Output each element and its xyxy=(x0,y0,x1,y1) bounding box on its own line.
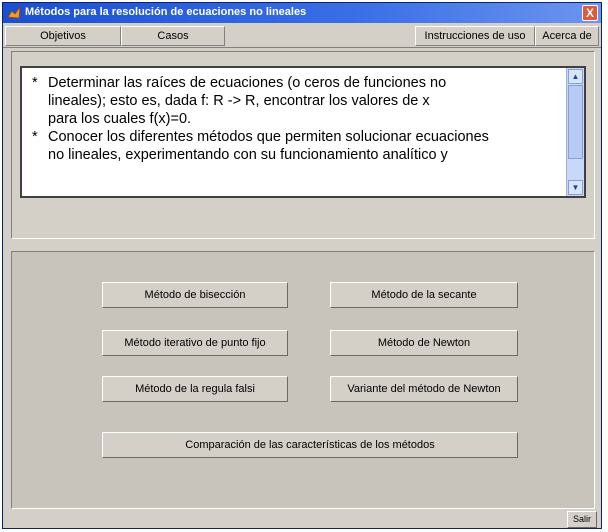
menu-bar: Objetivos Casos Instrucciones de uso Ace… xyxy=(3,25,601,48)
punto-fijo-button[interactable]: Método iterativo de punto fijo xyxy=(102,330,288,356)
bullet-marker: * xyxy=(32,75,38,91)
objective-item: * Determinar las raíces de ecuaciones (o… xyxy=(32,74,560,128)
objective-line: para los cuales f(x)=0. xyxy=(48,111,192,127)
objective-line: Determinar las raíces de ecuaciones (o c… xyxy=(48,75,447,91)
objective-line: Conocer los diferentes métodos que permi… xyxy=(48,129,489,145)
variante-newton-button[interactable]: Variante del método de Newton xyxy=(330,376,518,402)
objectives-text: * Determinar las raíces de ecuaciones (o… xyxy=(32,74,560,164)
secante-button[interactable]: Método de la secante xyxy=(330,282,518,308)
vertical-scrollbar[interactable]: ▲ ▼ xyxy=(566,68,584,196)
exit-button[interactable]: Salir xyxy=(567,511,597,528)
comparacion-button[interactable]: Comparación de las características de lo… xyxy=(102,432,518,458)
scroll-thumb[interactable] xyxy=(568,85,583,159)
close-icon: X xyxy=(585,6,594,20)
objectives-textbox[interactable]: * Determinar las raíces de ecuaciones (o… xyxy=(20,66,586,198)
casos-button[interactable]: Casos xyxy=(121,26,225,46)
objective-line: lineales); esto es, dada f: R -> R, enco… xyxy=(48,93,430,109)
objective-line: no lineales, experimentando con su funci… xyxy=(48,147,448,163)
objetivos-button[interactable]: Objetivos xyxy=(5,26,121,46)
regula-falsi-button[interactable]: Método de la regula falsi xyxy=(102,376,288,402)
objective-item: * Conocer los diferentes métodos que per… xyxy=(32,128,560,164)
window-title: Métodos para la resolución de ecuaciones… xyxy=(25,6,307,18)
methods-panel: Método de bisección Método de la secante… xyxy=(11,251,595,509)
close-button[interactable]: X xyxy=(582,5,598,21)
scroll-up-icon[interactable]: ▲ xyxy=(568,69,583,84)
app-window: Métodos para la resolución de ecuaciones… xyxy=(2,2,602,529)
bullet-marker: * xyxy=(32,129,38,145)
matlab-logo-icon xyxy=(7,6,21,19)
biseccion-button[interactable]: Método de bisección xyxy=(102,282,288,308)
title-bar[interactable]: Métodos para la resolución de ecuaciones… xyxy=(3,3,601,23)
acerca-button[interactable]: Acerca de xyxy=(535,26,599,46)
objectives-panel: * Determinar las raíces de ecuaciones (o… xyxy=(11,51,595,239)
newton-button[interactable]: Método de Newton xyxy=(330,330,518,356)
instrucciones-button[interactable]: Instrucciones de uso xyxy=(415,26,535,46)
scroll-down-icon[interactable]: ▼ xyxy=(568,180,583,195)
